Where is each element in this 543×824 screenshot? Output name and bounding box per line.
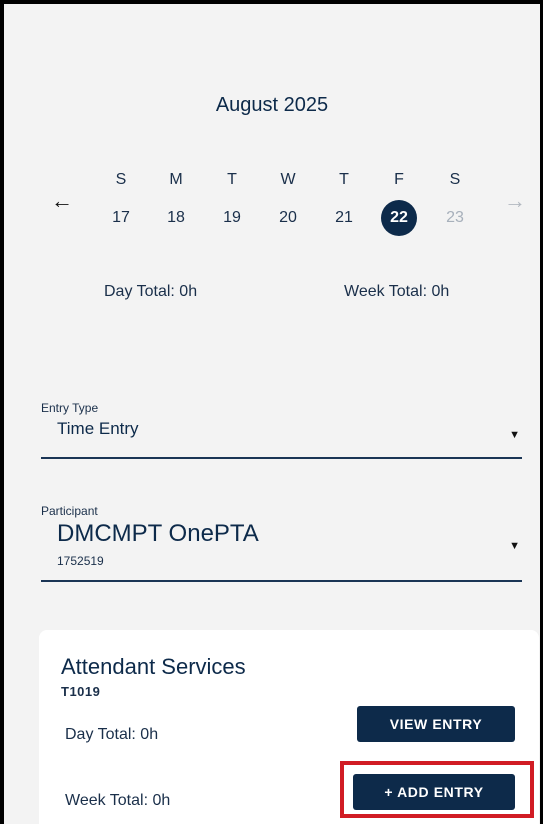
calendar-day-sat: S 23 xyxy=(437,170,473,236)
weekday-label: F xyxy=(394,171,404,188)
caret-down-icon: ▼ xyxy=(509,429,520,441)
entry-type-label: Entry Type xyxy=(41,401,99,415)
month-title: August 2025 xyxy=(215,94,329,116)
weekday-label: T xyxy=(227,171,237,188)
app-screen: August 2025 ← → S 17 M 18 T 19 W 20 T 21… xyxy=(4,4,540,824)
participant-label: Participant xyxy=(41,504,98,518)
weekday-label: M xyxy=(169,171,183,188)
date-18[interactable]: 18 xyxy=(158,200,194,236)
add-entry-button[interactable]: + ADD ENTRY xyxy=(353,774,515,810)
date-21[interactable]: 21 xyxy=(326,200,362,236)
service-code: T1019 xyxy=(61,684,101,699)
calendar-day-thu: T 21 xyxy=(326,170,362,236)
entry-type-select[interactable]: Entry Type Time Entry ▼ xyxy=(41,401,522,459)
weekday-label: S xyxy=(115,171,127,188)
service-name: Attendant Services xyxy=(61,654,246,679)
week-total: Week Total: 0h xyxy=(344,283,450,300)
date-17[interactable]: 17 xyxy=(103,200,139,236)
calendar-day-wed: W 20 xyxy=(270,170,306,236)
date-19[interactable]: 19 xyxy=(214,200,250,236)
weekday-label: T xyxy=(339,171,349,188)
calendar-day-tue: T 19 xyxy=(214,170,250,236)
calendar-day-sun: S 17 xyxy=(103,170,139,236)
service-day-total: Day Total: 0h xyxy=(65,726,159,743)
date-23-disabled: 23 xyxy=(446,209,464,226)
day-total: Day Total: 0h xyxy=(104,283,198,300)
date-20[interactable]: 20 xyxy=(270,200,306,236)
participant-name: DMCMPT OnePTA xyxy=(57,520,259,547)
participant-id: 1752519 xyxy=(57,554,104,568)
calendar-day-fri: F 22 xyxy=(381,170,417,236)
weekday-label: S xyxy=(449,171,461,188)
arrow-right-icon[interactable]: → xyxy=(504,190,526,212)
calendar-day-mon: M 18 xyxy=(158,170,194,236)
date-22-selected[interactable]: 22 xyxy=(381,200,417,236)
view-entry-button[interactable]: VIEW ENTRY xyxy=(357,706,515,742)
caret-down-icon: ▼ xyxy=(509,540,520,552)
service-card: Attendant Services T1019 Day Total: 0h V… xyxy=(39,630,539,824)
weekday-label: W xyxy=(280,171,296,188)
entry-type-value: Time Entry xyxy=(57,419,139,438)
arrow-left-icon[interactable]: ← xyxy=(51,190,73,212)
service-week-total: Week Total: 0h xyxy=(65,792,171,809)
participant-select[interactable]: Participant DMCMPT OnePTA 1752519 ▼ xyxy=(41,504,522,582)
